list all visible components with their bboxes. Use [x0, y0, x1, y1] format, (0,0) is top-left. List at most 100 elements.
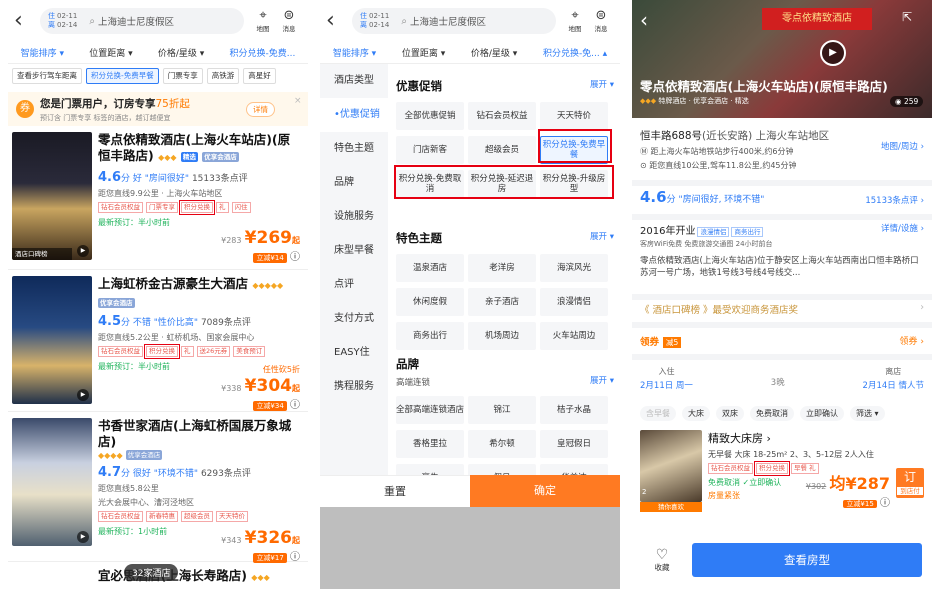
stay-dates[interactable]: 住 02-11 离 02-14 — [360, 12, 389, 30]
filter-chip[interactable]: 假日 — [468, 464, 536, 475]
promo-detail-button[interactable]: 详情 — [246, 102, 275, 117]
filter-chip[interactable]: 全部高端连锁酒店 — [396, 396, 464, 424]
stay-dates[interactable]: 住 02-11 离 02-14 — [48, 12, 77, 30]
filter-chip[interactable]: 休闲度假 — [396, 288, 464, 316]
share-icon[interactable]: ⇱ — [902, 10, 912, 24]
stay-date-picker[interactable]: 入住 2月11日 周一 3晚 离店 2月14日 情人节 — [640, 366, 924, 400]
filter-chip[interactable]: 天天特价 — [540, 102, 608, 130]
filter-category[interactable]: •优惠促销 — [320, 98, 388, 132]
search-input[interactable]: 住 02-11 离 02-14 ⌕ 上海迪士尼度假区 — [352, 8, 556, 34]
promo-banner[interactable]: 券 您是门票用户，订房专享75折起 预订含 门票专享 标签的酒店，越订越便宜 详… — [8, 92, 308, 126]
filter-chip[interactable]: 豪生 — [396, 464, 464, 475]
filter-chip[interactable]: 钻石会员权益 — [468, 102, 536, 130]
filter-category[interactable]: 床型早餐 — [320, 234, 388, 268]
filter-location[interactable]: 位置距离 ▾ — [402, 46, 445, 59]
info-icon[interactable]: ⓘ — [290, 400, 300, 411]
favorite-button[interactable]: ♡ 收藏 — [632, 548, 692, 573]
hotel-card[interactable]: ▶ 书香世家酒店(上海虹桥国展万象城店) ◆◆◆◆ 优享会酒店 4.7分 很好 … — [8, 418, 308, 563]
play-icon[interactable]: ▶ — [77, 245, 89, 257]
map-button[interactable]: ⌖ 地图 — [562, 9, 588, 34]
filter-chip[interactable]: 积分兑换-升级房型 — [540, 170, 608, 198]
filter-location[interactable]: 位置距离 ▾ — [89, 46, 132, 59]
quick-tag[interactable]: 高星好 — [243, 68, 276, 84]
filter-chip[interactable]: 浪漫情侣 — [540, 288, 608, 316]
hotel-card[interactable]: ▶ 上海虹桥金古源豪生大酒店 ◆◆◆◆◆ 优享会酒店 4.5分 不错 "性价比高"… — [8, 276, 308, 412]
hotel-card[interactable]: 酒店口碑榜 ▶ 零点依精致酒店(上海火车站店)(原恒丰路店) ◆◆◆ 精选 优享… — [8, 132, 308, 270]
quick-tag[interactable]: 门票专享 — [162, 68, 203, 84]
filter-chip[interactable]: 超级会员 — [468, 136, 536, 164]
room-filter[interactable]: 筛选 ▾ — [850, 405, 885, 421]
filter-chip[interactable]: 桔子水晶 — [540, 396, 608, 424]
quick-tag[interactable]: 查看步行驾车距离 — [12, 68, 82, 84]
filter-chip[interactable]: 锦江 — [468, 396, 536, 424]
hotel-hero-image[interactable]: 零点依精致酒店 ‹ ⇱ ▶ 零点依精致酒店(上海火车站店)(原恒丰路店) ◆◆◆… — [632, 0, 932, 118]
expand-button[interactable]: 展开 ▾ — [590, 78, 614, 90]
filter-chip[interactable]: 希尔顿 — [468, 430, 536, 458]
hotel-image[interactable]: 酒店口碑榜 ▶ — [12, 132, 92, 260]
filter-chip[interactable]: 积分兑换-免费取消 — [396, 170, 464, 198]
close-icon[interactable]: × — [294, 96, 302, 106]
expand-button[interactable]: 展开 ▾ — [590, 374, 614, 386]
room-filter[interactable]: 含早餐 — [640, 405, 676, 421]
room-filter[interactable]: 双床 — [716, 405, 744, 421]
backdrop-overlay[interactable] — [320, 507, 620, 589]
filter-chip[interactable]: 香格里拉 — [396, 430, 464, 458]
back-arrow-icon[interactable]: ‹ — [326, 10, 346, 32]
back-arrow-icon[interactable]: ‹ — [640, 8, 648, 32]
quick-tag[interactable]: 高铁游 — [206, 68, 240, 84]
room-filter[interactable]: 立即确认 — [800, 405, 844, 421]
filter-chip[interactable]: 门店新客 — [396, 136, 464, 164]
hotel-image[interactable]: ▶ — [12, 276, 92, 404]
filter-sort[interactable]: 智能排序 ▾ — [21, 46, 64, 59]
message-button[interactable]: ⊜ 消息 — [276, 9, 302, 34]
message-button[interactable]: ⊜ 消息 — [588, 9, 614, 34]
hotel-score[interactable]: 4.6分 "房间很好, 环境不错" 15133条点评 › — [640, 188, 924, 206]
filter-price[interactable]: 价格/星级 ▾ — [471, 46, 517, 59]
facility-link[interactable]: 详情/设施 › — [881, 222, 924, 234]
filter-chip-selected[interactable]: 积分兑换-免费早餐 — [540, 136, 608, 164]
filter-chip[interactable]: 商务出行 — [396, 322, 464, 350]
filter-points[interactable]: 积分兑换-免费... — [230, 46, 296, 59]
expand-button[interactable]: 展开 ▾ — [590, 230, 614, 242]
filter-chip[interactable]: 机场周边 — [468, 322, 536, 350]
filter-chip[interactable]: 皇冠假日 — [540, 430, 608, 458]
filter-chip[interactable]: 温泉酒店 — [396, 254, 464, 282]
reset-button[interactable]: 重置 — [320, 475, 470, 507]
filter-category[interactable]: 酒店类型 — [320, 64, 388, 98]
room-filter[interactable]: 大床 — [682, 405, 710, 421]
room-filter[interactable]: 免费取消 — [750, 405, 794, 421]
get-coupon-link[interactable]: 领券 › — [900, 334, 924, 347]
filter-chip[interactable]: 火车站周边 — [540, 322, 608, 350]
filter-category[interactable]: 设施服务 — [320, 200, 388, 234]
hotel-image[interactable]: ▶ — [12, 418, 92, 546]
filter-sort[interactable]: 智能排序 ▾ — [333, 46, 376, 59]
filter-chip[interactable]: 华美达 — [540, 464, 608, 475]
filter-chip[interactable]: 积分兑换-延迟退房 — [468, 170, 536, 198]
back-arrow-icon[interactable]: ‹ — [14, 10, 34, 32]
info-icon[interactable]: ⓘ — [290, 252, 300, 263]
filter-chip[interactable]: 老洋房 — [468, 254, 536, 282]
filter-price[interactable]: 价格/星级 ▾ — [158, 46, 204, 59]
map-link[interactable]: 地图/周边 › — [881, 140, 924, 152]
info-icon[interactable]: ⓘ — [880, 498, 890, 509]
view-rooms-button[interactable]: 查看房型 — [692, 543, 922, 577]
filter-chip[interactable]: 全部优惠促销 — [396, 102, 464, 130]
reviews-link[interactable]: 15133条点评 › — [865, 194, 924, 206]
filter-category[interactable]: EASY住 — [320, 336, 388, 370]
filter-chip[interactable]: 亲子酒店 — [468, 288, 536, 316]
filter-category[interactable]: 点评 — [320, 268, 388, 302]
photo-count[interactable]: ◉ 259 — [890, 96, 924, 107]
info-icon[interactable]: ⓘ — [290, 552, 300, 563]
book-button[interactable]: 订到店付 — [896, 468, 924, 498]
confirm-button[interactable]: 确定 — [470, 475, 620, 507]
play-icon[interactable]: ▶ — [77, 531, 89, 543]
play-icon[interactable]: ▶ — [77, 389, 89, 401]
play-icon[interactable]: ▶ — [820, 40, 846, 66]
filter-category[interactable]: 特色主题 — [320, 132, 388, 166]
filter-chip[interactable]: 海滨风光 — [540, 254, 608, 282]
search-input[interactable]: 住 02-11 离 02-14 ⌕ 上海迪士尼度假区 — [40, 8, 244, 34]
filter-category[interactable]: 品牌 — [320, 166, 388, 200]
quick-tag[interactable]: 积分兑换-免费早餐 — [86, 68, 159, 84]
room-image[interactable]: 2 猜你喜欢 — [640, 430, 702, 512]
coupon-row[interactable]: 领券 减5 领券 › — [640, 334, 924, 348]
